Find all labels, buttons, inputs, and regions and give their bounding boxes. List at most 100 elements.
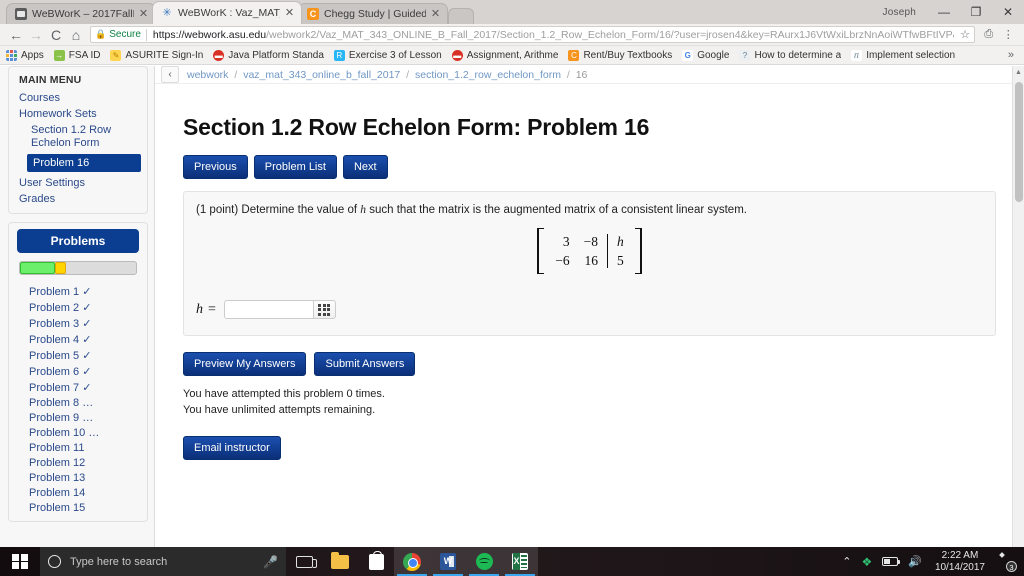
email-instructor-button[interactable]: Email instructor xyxy=(183,436,281,460)
breadcrumb-item-section[interactable]: section_1.2_row_echelon_form xyxy=(415,69,561,81)
browser-toolbar: ← → C ⌂ 🔒 Secure https://webwork.asu.edu… xyxy=(0,24,1024,46)
bookmark-label: ASURITE Sign-In xyxy=(125,49,204,61)
bookmark-fsa-id[interactable]: → FSA ID xyxy=(53,49,100,61)
main-menu-header: MAIN MENU xyxy=(19,74,82,86)
close-button[interactable]: ✕ xyxy=(992,0,1024,24)
bookmark-assignment[interactable]: ▬ Assignment, Arithme xyxy=(451,49,558,61)
list-item[interactable]: Problem 7 ✓ xyxy=(9,379,147,395)
profile-name[interactable]: Joseph xyxy=(883,7,916,18)
task-view-button[interactable] xyxy=(286,547,322,576)
spotify-button[interactable] xyxy=(466,547,502,576)
sidebar-item-courses[interactable]: Courses xyxy=(9,90,147,106)
pdf-extension-icon[interactable]: ⎙ xyxy=(979,25,998,45)
bookmark-google[interactable]: G Google xyxy=(682,49,729,61)
forward-icon[interactable]: → xyxy=(26,25,46,45)
java-icon: ▬ xyxy=(213,49,225,61)
taskbar-search[interactable]: Type here to search 🎤 xyxy=(40,547,286,576)
home-icon[interactable]: ⌂ xyxy=(66,25,86,45)
scroll-up-icon[interactable]: ▲ xyxy=(1013,66,1024,78)
breadcrumb-item-course[interactable]: vaz_mat_343_online_b_fall_2017 xyxy=(243,69,400,81)
breadcrumb-item-webwork[interactable]: webwork xyxy=(187,69,228,81)
list-item[interactable]: Problem 5 ✓ xyxy=(9,347,147,363)
action-center-button[interactable]: 3 xyxy=(997,554,1017,572)
reload-icon[interactable]: C xyxy=(46,25,66,45)
math-keypad-button[interactable] xyxy=(313,300,336,319)
list-item[interactable]: Problem 15 xyxy=(9,500,147,515)
close-icon[interactable]: ✕ xyxy=(138,8,149,20)
breadcrumb-back-icon[interactable]: ‹ xyxy=(161,66,179,83)
answer-input[interactable] xyxy=(223,300,314,319)
chrome-menu-icon[interactable]: ⋮ xyxy=(999,25,1018,45)
previous-button[interactable]: Previous xyxy=(183,155,248,179)
fsa-id-icon: → xyxy=(53,49,65,61)
sidebar-item-homework-sets[interactable]: Homework Sets xyxy=(9,106,147,122)
close-icon[interactable]: ✕ xyxy=(430,8,441,20)
file-explorer-button[interactable] xyxy=(322,547,358,576)
bookmarks-overflow-icon[interactable]: » xyxy=(1008,49,1018,61)
main-menu-panel: MAIN MENU Courses Homework Sets Section … xyxy=(8,66,148,214)
sidebar-item-grades[interactable]: Grades xyxy=(9,191,147,207)
list-item[interactable]: Problem 14 xyxy=(9,485,147,500)
bookmark-rent-buy-textbooks[interactable]: C Rent/Buy Textbooks xyxy=(568,49,672,61)
back-icon[interactable]: ← xyxy=(6,25,26,45)
sidebar-item-section-1-2[interactable]: Section 1.2 Row Echelon Form xyxy=(9,122,147,152)
matrix-column-2: −8 16 xyxy=(577,232,605,270)
sidebar-item-user-settings[interactable]: User Settings xyxy=(9,175,147,191)
bookmark-implement-selection[interactable]: 𝜋 Implement selection xyxy=(851,49,955,61)
clock[interactable]: 2:22 AM 10/14/2017 xyxy=(935,550,985,574)
volume-icon[interactable]: 🔊 xyxy=(908,555,922,568)
new-tab-button[interactable] xyxy=(448,8,474,24)
chrome-button[interactable] xyxy=(394,547,430,576)
list-item[interactable]: Problem 6 ✓ xyxy=(9,363,147,379)
status-check: ✓ xyxy=(82,349,92,362)
problem-list-button[interactable]: Problem List xyxy=(253,155,337,179)
microphone-icon[interactable]: 🎤 xyxy=(263,555,278,569)
bookmark-star-icon[interactable]: ☆ xyxy=(954,28,970,41)
list-item[interactable]: Problem 12 xyxy=(9,455,147,470)
list-item[interactable]: Problem 4 ✓ xyxy=(9,331,147,347)
start-button[interactable] xyxy=(0,547,40,576)
list-item[interactable]: Problem 1 ✓ xyxy=(9,283,147,299)
bookmark-exercise[interactable]: R Exercise 3 of Lesson xyxy=(333,49,442,61)
list-item[interactable]: Problem 9 … xyxy=(9,410,147,425)
page-scrollbar[interactable]: ▲ xyxy=(1012,66,1024,547)
microsoft-store-button[interactable] xyxy=(358,547,394,576)
battery-icon[interactable] xyxy=(882,557,901,566)
bookmark-apps[interactable]: Apps xyxy=(6,49,44,61)
show-hidden-icons-chevron[interactable]: ⌃ xyxy=(842,555,851,568)
browser-tab-2[interactable]: ✳ WeBWorK : Vaz_MAT_343 ✕ xyxy=(152,1,302,24)
browser-tab-1[interactable]: WeBWorK – 2017FallB-X- ✕ xyxy=(6,3,156,24)
excel-button[interactable] xyxy=(502,547,538,576)
list-item[interactable]: Problem 2 ✓ xyxy=(9,299,147,315)
attempts-made-text: You have attempted this problem 0 times. xyxy=(183,388,385,400)
tab-title: WeBWorK : Vaz_MAT_343 xyxy=(178,7,280,19)
sidebar-item-problem-16-current[interactable]: Problem 16 xyxy=(27,154,141,172)
address-bar[interactable]: 🔒 Secure https://webwork.asu.edu/webwork… xyxy=(90,26,976,43)
omnibox-divider xyxy=(145,28,147,41)
bookmark-how-to-determine[interactable]: ? How to determine a xyxy=(739,49,841,61)
problem-label: Problem 5 xyxy=(29,349,80,362)
file-explorer-icon xyxy=(331,551,349,569)
preview-my-answers-button[interactable]: Preview My Answers xyxy=(183,352,307,376)
right-bracket-icon xyxy=(634,228,642,274)
answer-action-buttons: Preview My Answers Submit Answers xyxy=(183,352,996,376)
next-button[interactable]: Next xyxy=(342,155,388,179)
minimize-button[interactable]: — xyxy=(928,0,960,24)
close-icon[interactable]: ✕ xyxy=(284,7,295,19)
bookmark-java[interactable]: ▬ Java Platform Standa xyxy=(213,49,324,61)
maximize-button[interactable]: ❐ xyxy=(960,0,992,24)
dropbox-icon[interactable]: ❖ xyxy=(861,555,872,569)
submit-answers-button[interactable]: Submit Answers xyxy=(314,352,416,376)
list-item[interactable]: Problem 3 ✓ xyxy=(9,315,147,331)
status-check: … xyxy=(88,426,100,439)
list-item[interactable]: Problem 11 xyxy=(9,440,147,455)
scrollbar-thumb[interactable] xyxy=(1015,82,1023,202)
bookmark-asurite[interactable]: ✎ ASURITE Sign-In xyxy=(110,49,204,61)
list-item[interactable]: Problem 13 xyxy=(9,470,147,485)
list-item[interactable]: Problem 8 … xyxy=(9,395,147,410)
windows-taskbar: Type here to search 🎤 W ⌃ ❖ 🔊 xyxy=(0,547,1024,576)
list-item[interactable]: Problem 10 … xyxy=(9,425,147,440)
problem-points: (1 point) xyxy=(196,204,239,216)
browser-tab-3[interactable]: C Chegg Study | Guided So ✕ xyxy=(298,3,448,24)
word-button[interactable]: W xyxy=(430,547,466,576)
